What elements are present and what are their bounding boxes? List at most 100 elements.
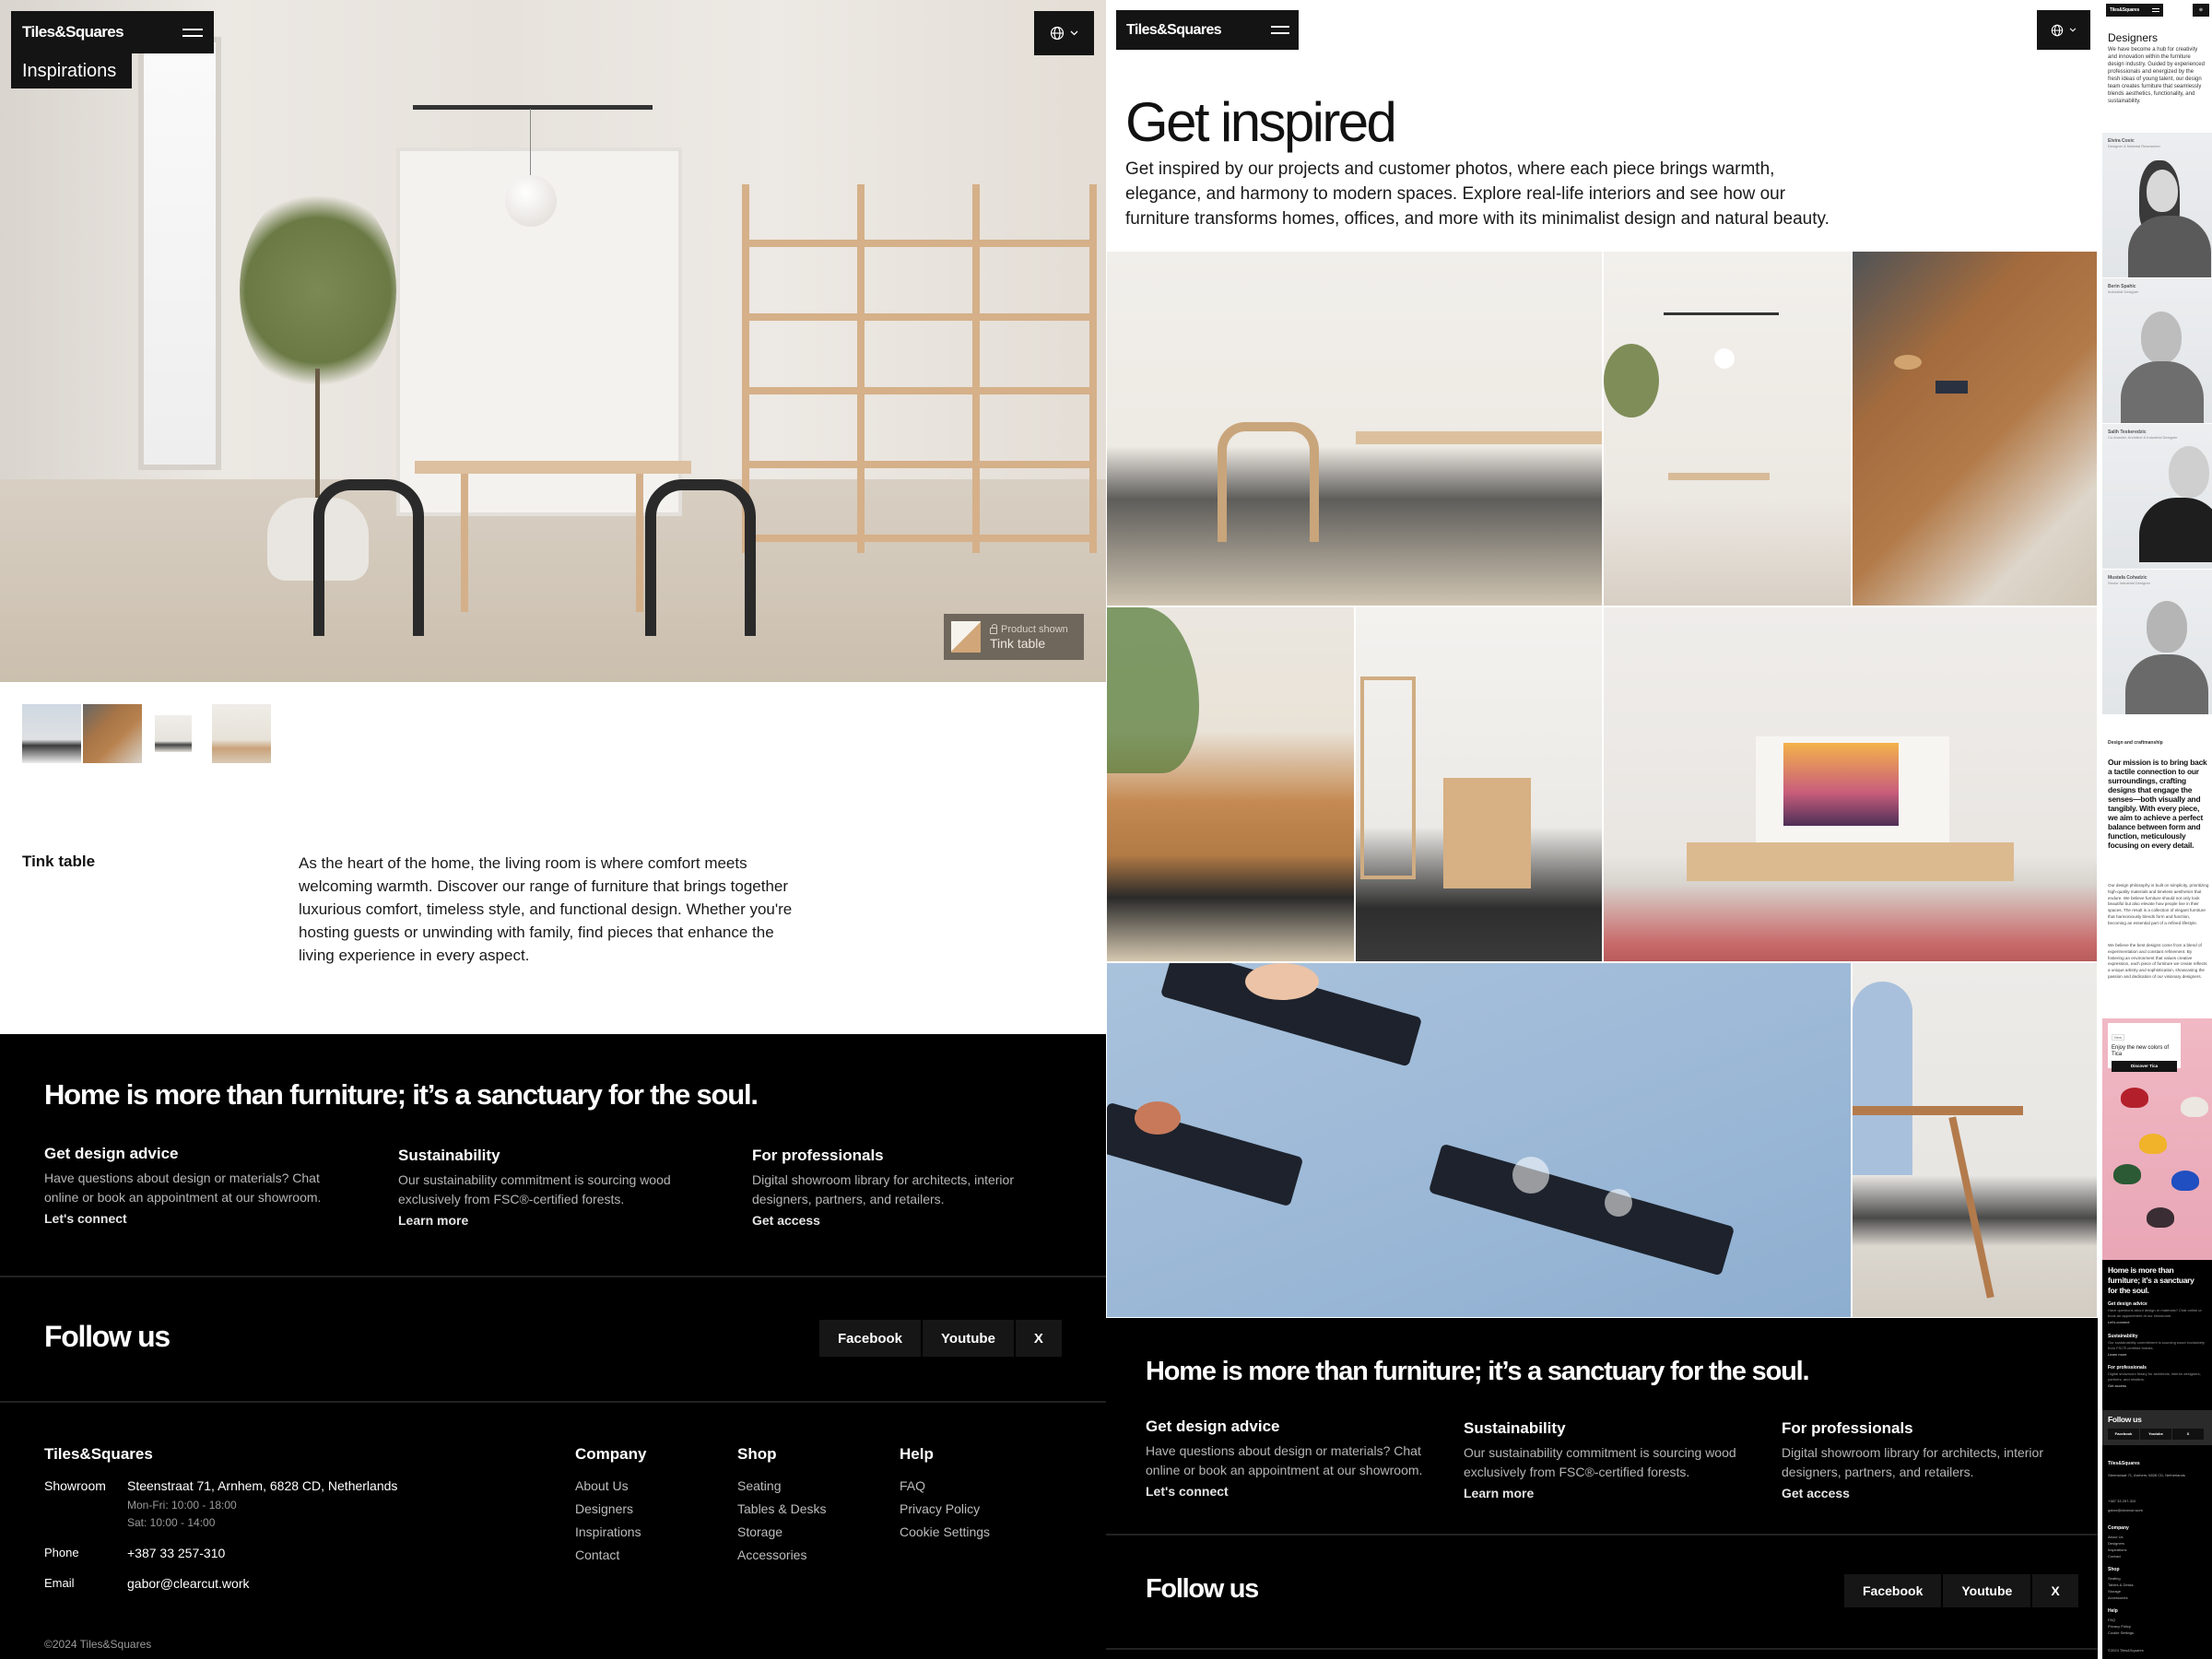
new-badge: New bbox=[2112, 1034, 2125, 1041]
facebook-link[interactable]: Facebook bbox=[819, 1320, 922, 1357]
phone-number[interactable]: +387 33 257-310 bbox=[2108, 1498, 2136, 1504]
designer-portrait-body bbox=[2125, 654, 2208, 714]
feature-title: For professionals bbox=[752, 1147, 884, 1164]
designer-card[interactable]: Salih Teskeredzic Co-founder, Architect … bbox=[2102, 423, 2212, 569]
footer-link-designers[interactable]: Designers bbox=[2108, 1540, 2124, 1547]
brand-logo[interactable]: Tiles&Squares bbox=[2110, 7, 2139, 13]
brand-logo[interactable]: Tiles&Squares bbox=[1126, 22, 1222, 39]
gallery-thumbnails bbox=[22, 704, 273, 763]
hamburger-icon[interactable] bbox=[182, 28, 203, 37]
column-title: Help bbox=[900, 1445, 934, 1463]
hamburger-icon[interactable] bbox=[2152, 8, 2159, 12]
tree-trunk bbox=[315, 369, 320, 507]
footer-link-inspirations[interactable]: Inspirations bbox=[2108, 1547, 2126, 1553]
x-link[interactable]: X bbox=[1015, 1320, 1062, 1357]
gallery-tile[interactable] bbox=[1852, 962, 2098, 1318]
designer-portrait-face bbox=[2141, 312, 2182, 363]
language-selector[interactable]: ⊕ bbox=[2193, 4, 2209, 17]
youtube-link[interactable]: Youtube bbox=[923, 1320, 1014, 1357]
hamburger-icon[interactable] bbox=[1271, 26, 1289, 34]
designer-card[interactable]: Berin Spahic Industrial Designer bbox=[2102, 277, 2212, 423]
feature-sustainability: Sustainability Our sustainability commit… bbox=[398, 1147, 712, 1228]
footer-link-about-us[interactable]: About Us bbox=[575, 1475, 646, 1498]
footer-link-faq[interactable]: FAQ bbox=[900, 1475, 990, 1498]
promo-title: Enjoy the new colors of Tica bbox=[2112, 1045, 2170, 1057]
footer-link-cookie-settings[interactable]: Cookie Settings bbox=[900, 1521, 990, 1544]
page-label-text: Inspirations bbox=[22, 60, 117, 81]
follow-us-section: Follow us Facebook Youtube X bbox=[2102, 1410, 2212, 1445]
footer-link-tables-desks[interactable]: Tables & Desks bbox=[737, 1498, 826, 1521]
feature-text: Digital showroom library for architects,… bbox=[1782, 1445, 2043, 1479]
lock-icon bbox=[990, 623, 997, 634]
social-links: Facebook Youtube X bbox=[1844, 1574, 2078, 1607]
lets-connect-link[interactable]: Let's connect bbox=[2108, 1320, 2129, 1324]
designer-portrait-body bbox=[2128, 216, 2211, 277]
footer-link-tables-desks[interactable]: Tables & Desks bbox=[2108, 1582, 2134, 1588]
gallery-tile[interactable] bbox=[1603, 606, 2098, 962]
x-link[interactable]: X bbox=[2172, 1429, 2204, 1440]
footer-link-accessories[interactable]: Accessories bbox=[2108, 1594, 2128, 1601]
section-kicker: Design and craftmanship bbox=[2108, 740, 2163, 746]
gallery-tile[interactable] bbox=[1106, 251, 1603, 606]
get-access-link[interactable]: Get access bbox=[2108, 1383, 2126, 1388]
designer-card[interactable]: Mustafa Cohadzic Senior Industrial Desig… bbox=[2102, 569, 2212, 714]
footer-link-about-us[interactable]: About Us bbox=[2108, 1534, 2123, 1540]
gallery-thumbnail[interactable] bbox=[212, 704, 271, 763]
designer-card[interactable]: Elvira Cosic Designer & Material Researc… bbox=[2102, 132, 2212, 277]
language-selector[interactable] bbox=[2037, 10, 2090, 50]
lets-connect-link[interactable]: Let's connect bbox=[1146, 1484, 1450, 1499]
footer-link-contact[interactable]: Contact bbox=[2108, 1553, 2121, 1559]
feature-title: Get design advice bbox=[1146, 1418, 1280, 1435]
gallery-tile[interactable] bbox=[1603, 251, 1852, 606]
gallery-tile[interactable] bbox=[1106, 962, 1852, 1318]
footer-link-designers[interactable]: Designers bbox=[575, 1498, 646, 1521]
gallery-tile[interactable] bbox=[1355, 606, 1603, 962]
facebook-link[interactable]: Facebook bbox=[2108, 1429, 2139, 1440]
gallery-thumbnail[interactable] bbox=[83, 704, 142, 763]
email-address[interactable]: gabor@clearcut.work bbox=[2108, 1507, 2143, 1513]
pendant-lamp-bar bbox=[413, 105, 653, 110]
gallery-thumbnail-active[interactable] bbox=[155, 715, 192, 752]
phone-number[interactable]: +387 33 257-310 bbox=[127, 1546, 225, 1560]
footer-link-seating[interactable]: Seating bbox=[737, 1475, 826, 1498]
feature-professionals: For professionals Digital showroom libra… bbox=[1782, 1419, 2086, 1500]
discover-tica-button[interactable]: Discover Tica bbox=[2112, 1061, 2177, 1072]
feature-text: Have questions about design or materials… bbox=[2108, 1308, 2202, 1318]
gallery-tile[interactable] bbox=[1106, 606, 1355, 962]
email-address[interactable]: gabor@clearcut.work bbox=[127, 1576, 250, 1591]
footer-link-contact[interactable]: Contact bbox=[575, 1544, 646, 1567]
footer-link-storage[interactable]: Storage bbox=[2108, 1588, 2121, 1594]
footer-link-cookie-settings[interactable]: Cookie Settings bbox=[2108, 1630, 2134, 1636]
footer-link-privacy-policy[interactable]: Privacy Policy bbox=[900, 1498, 990, 1521]
footer-brand: Tiles&Squares bbox=[44, 1445, 153, 1463]
lets-connect-link[interactable]: Let's connect bbox=[44, 1211, 358, 1226]
learn-more-link[interactable]: Learn more bbox=[398, 1213, 712, 1228]
youtube-link[interactable]: Youtube bbox=[1943, 1574, 2031, 1607]
column-title: Shop bbox=[737, 1445, 777, 1463]
gallery-tile[interactable] bbox=[1852, 251, 2098, 606]
learn-more-link[interactable]: Learn more bbox=[1464, 1486, 1768, 1500]
page-intro: Get inspired by our projects and custome… bbox=[1125, 159, 1830, 229]
get-access-link[interactable]: Get access bbox=[752, 1213, 1065, 1228]
footer-link-storage[interactable]: Storage bbox=[737, 1521, 826, 1544]
language-selector[interactable] bbox=[1034, 11, 1094, 55]
brand-logo[interactable]: Tiles&Squares bbox=[22, 23, 124, 41]
footer-link-accessories[interactable]: Accessories bbox=[737, 1544, 826, 1567]
x-link[interactable]: X bbox=[2032, 1574, 2078, 1607]
footer-brand: Tiles&Squares bbox=[2108, 1461, 2140, 1466]
globe-icon: ⊕ bbox=[2198, 7, 2204, 13]
email-label: Email bbox=[44, 1576, 75, 1590]
feature-text: Have questions about design or materials… bbox=[1146, 1443, 1423, 1477]
facebook-link[interactable]: Facebook bbox=[1844, 1574, 1942, 1607]
gallery-thumbnail[interactable] bbox=[22, 704, 81, 763]
footer-link-faq[interactable]: FAQ bbox=[2108, 1617, 2115, 1623]
footer-link-inspirations[interactable]: Inspirations bbox=[575, 1521, 646, 1544]
social-links: Facebook Youtube X bbox=[2108, 1429, 2204, 1440]
footer-link-seating[interactable]: Seating bbox=[2108, 1575, 2121, 1582]
learn-more-link[interactable]: Learn more bbox=[2108, 1352, 2126, 1357]
youtube-link[interactable]: Youtube bbox=[2140, 1429, 2171, 1440]
feature-title: Get design advice bbox=[2108, 1301, 2147, 1307]
get-access-link[interactable]: Get access bbox=[1782, 1486, 2086, 1500]
product-shown-tag[interactable]: Product shown Tink table bbox=[944, 614, 1084, 660]
footer-link-privacy-policy[interactable]: Privacy Policy bbox=[2108, 1623, 2131, 1630]
